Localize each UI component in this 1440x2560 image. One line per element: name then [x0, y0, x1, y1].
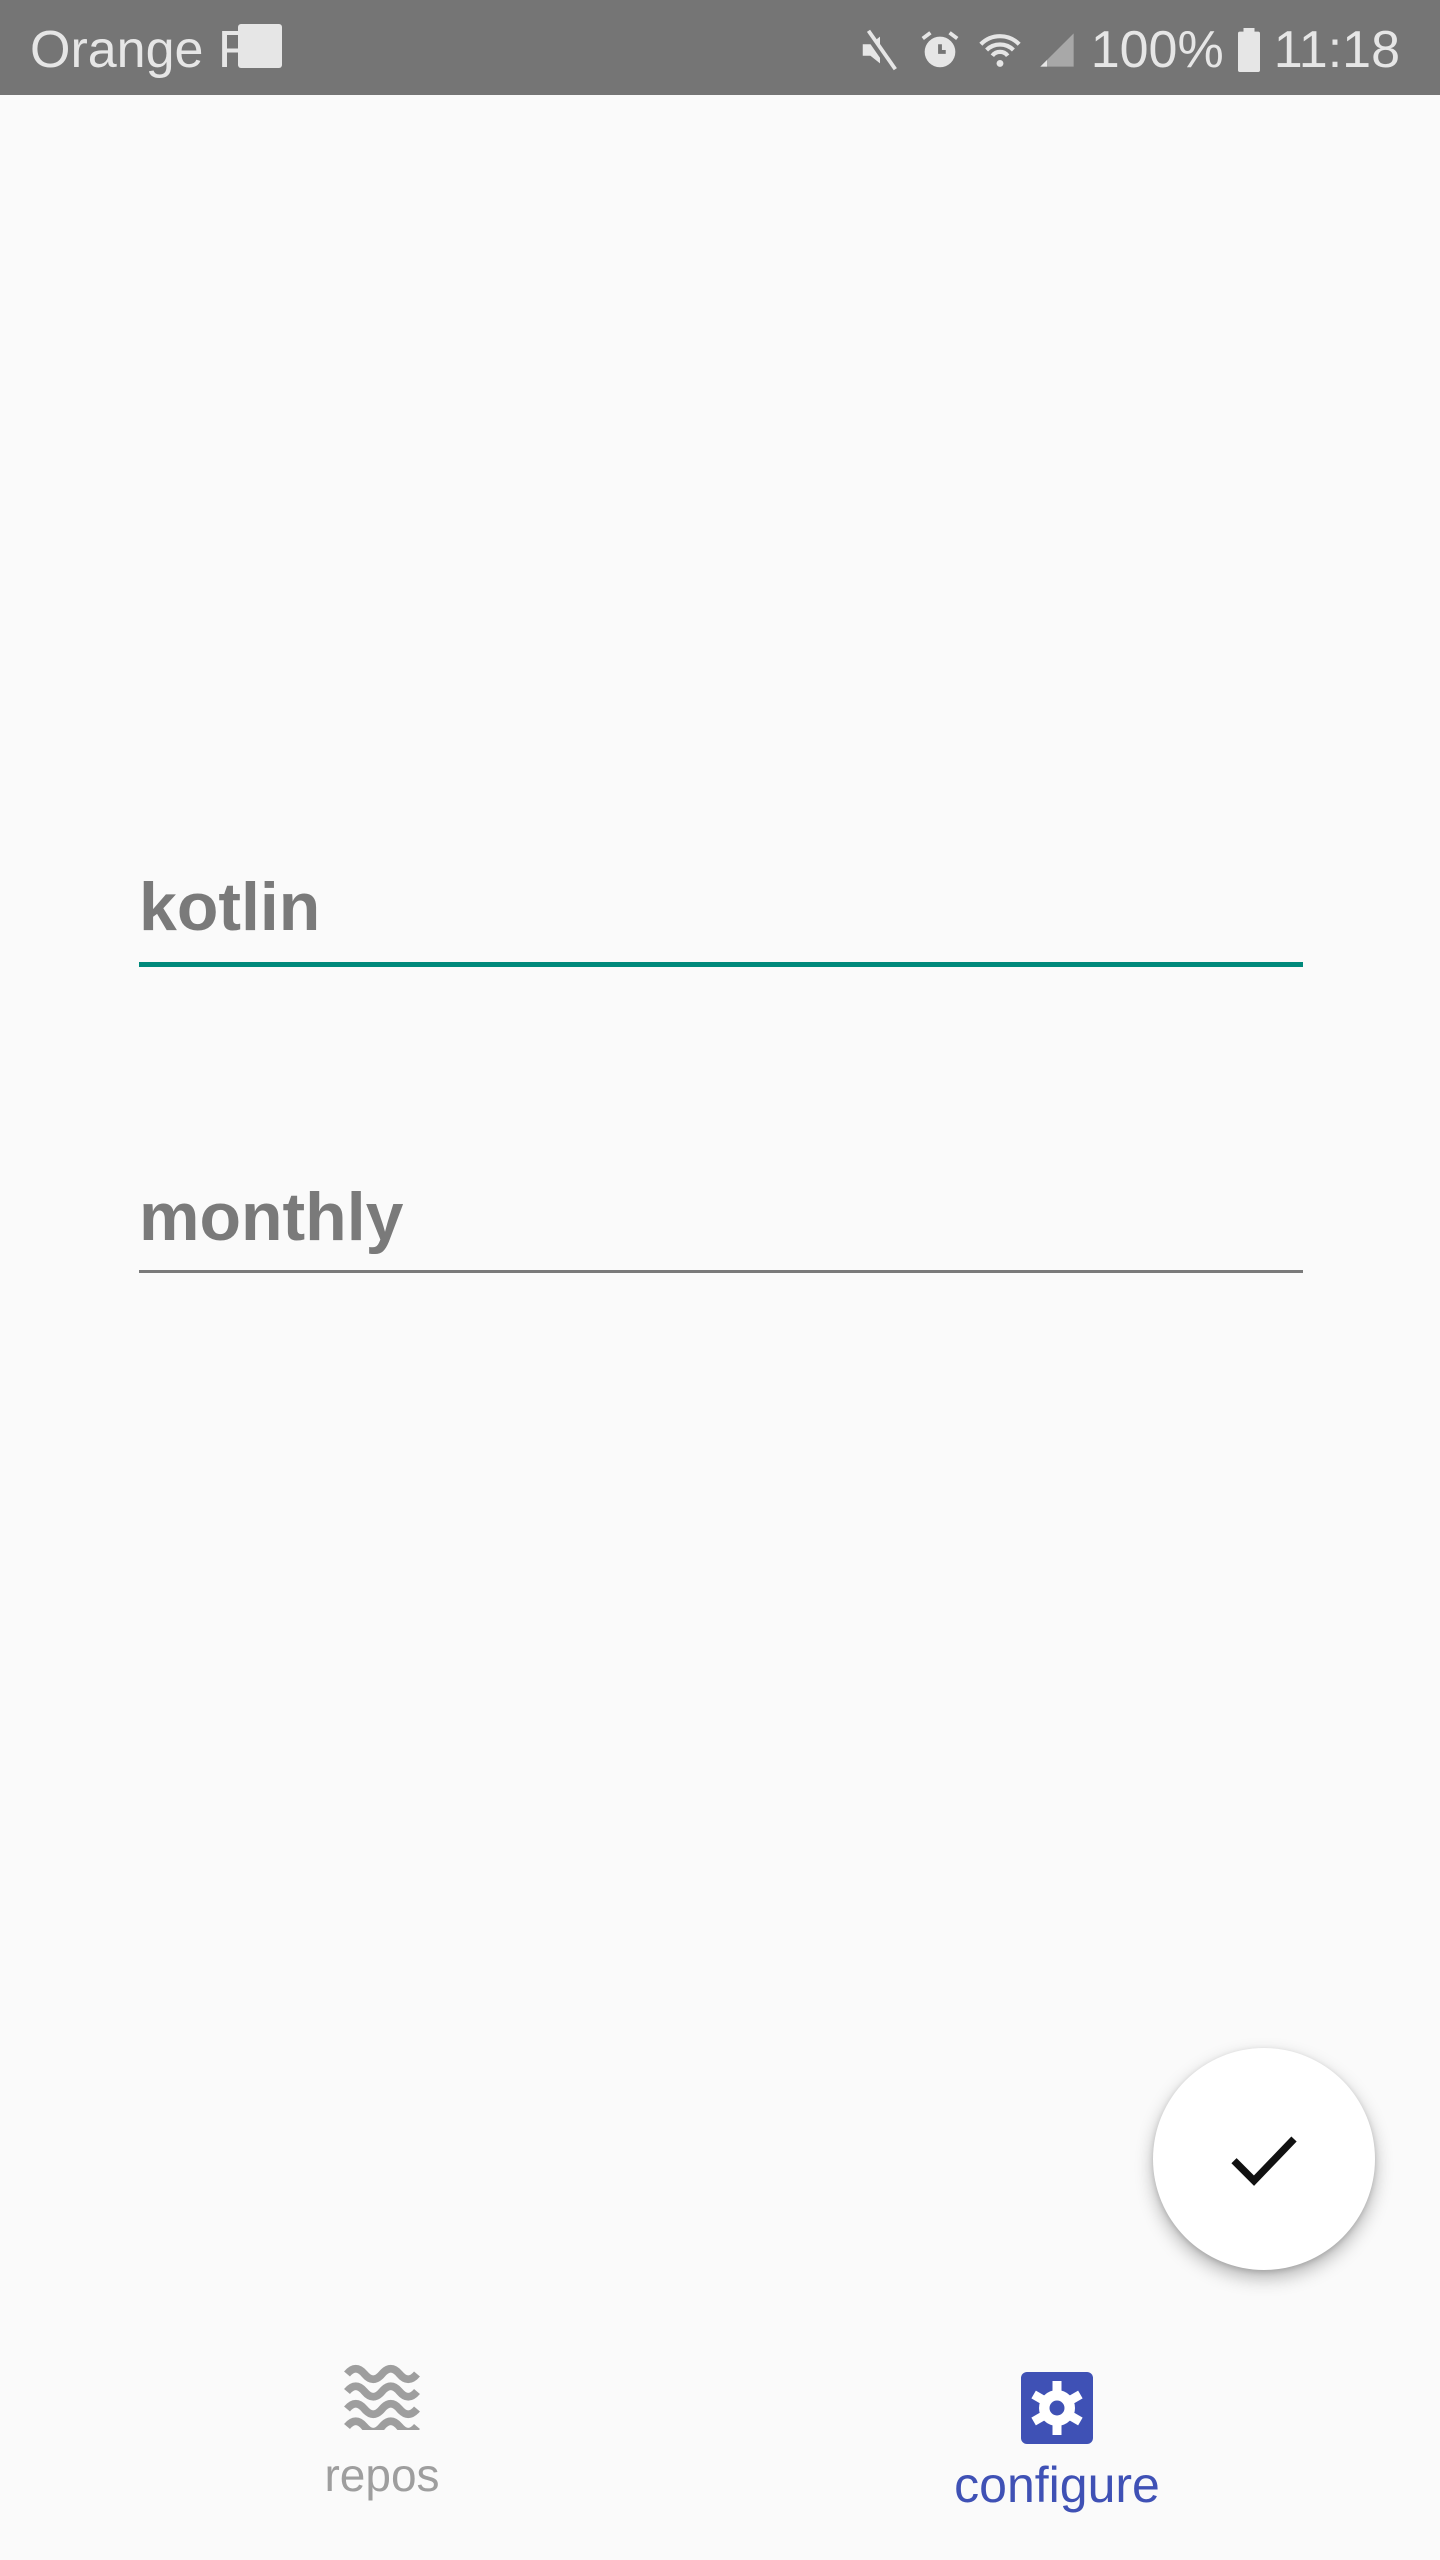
status-bar: Orange F 100% 11:18: [0, 0, 1440, 95]
period-input-value[interactable]: monthly: [139, 1178, 403, 1256]
waves-icon: [344, 2364, 420, 2430]
battery-percent: 100%: [1090, 21, 1224, 79]
focus-underline: [139, 962, 1303, 967]
language-field[interactable]: kotlin: [139, 860, 1303, 970]
nav-item-configure[interactable]: configure: [907, 2372, 1207, 2514]
clock: 11:18: [1273, 21, 1400, 79]
confirm-fab-button[interactable]: [1153, 2048, 1375, 2270]
carrier-label: Orange F: [30, 21, 250, 79]
mute-icon: [862, 29, 897, 71]
check-icon: [1231, 2136, 1297, 2186]
signal-icon: [1040, 33, 1074, 67]
period-field[interactable]: monthly: [139, 1170, 1303, 1280]
nav-label-repos: repos: [324, 2449, 440, 2501]
alarm-icon: [921, 31, 959, 68]
underline: [139, 1270, 1303, 1273]
image-notification-icon: [238, 24, 282, 68]
settings-icon: [1021, 2372, 1093, 2444]
nav-label-configure: configure: [954, 2457, 1160, 2513]
nav-item-repos[interactable]: repos: [232, 2360, 532, 2502]
language-input-value[interactable]: kotlin: [139, 868, 320, 946]
wifi-icon: [979, 34, 1021, 67]
battery-icon: [1237, 28, 1260, 73]
